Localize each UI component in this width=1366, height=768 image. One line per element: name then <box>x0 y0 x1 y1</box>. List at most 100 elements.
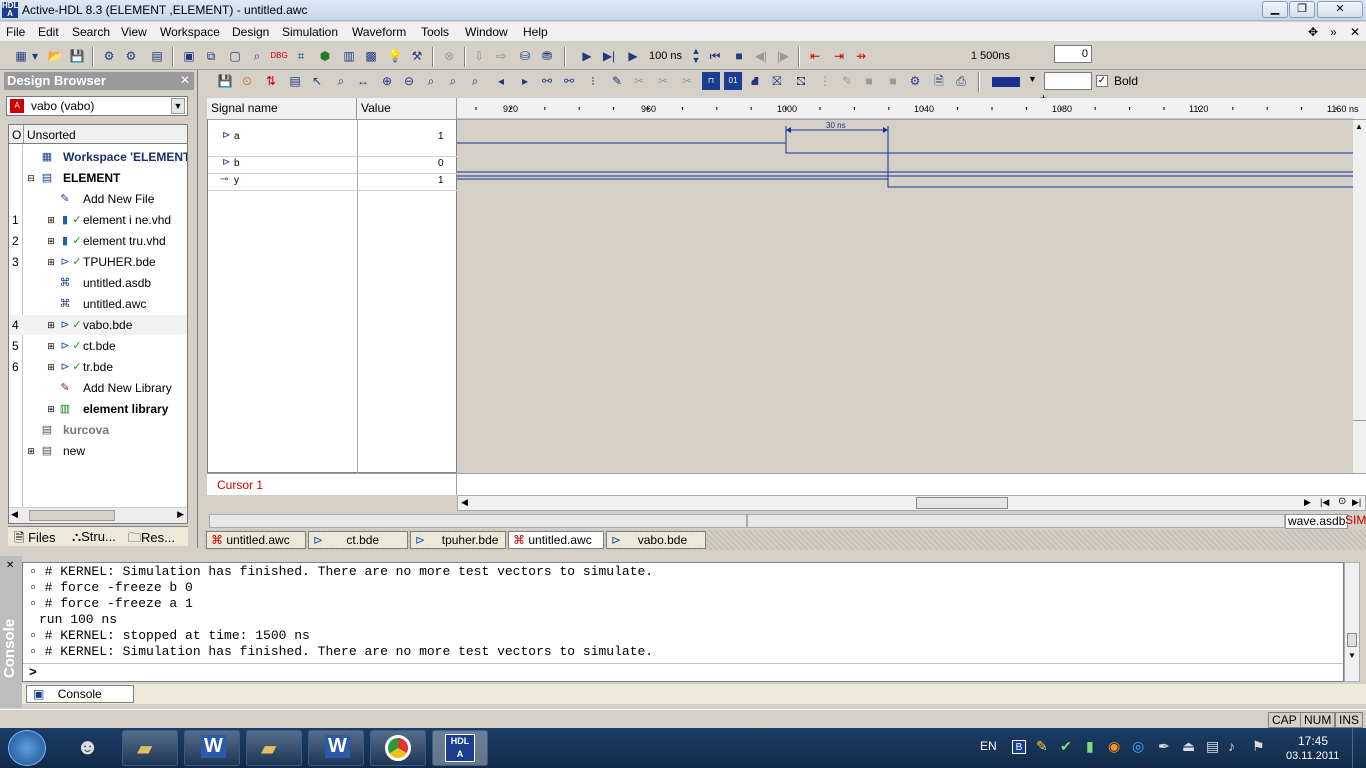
find-next-icon[interactable]: ⚯ <box>560 72 578 90</box>
console-close-icon[interactable]: ✕ <box>6 560 14 571</box>
tree-item-design[interactable]: ▤ kurcova <box>9 420 187 440</box>
restart-icon[interactable]: ⏮ <box>706 47 724 65</box>
top-level-icon[interactable]: ▤ <box>148 47 166 65</box>
doc-tab-untitled-awc-active[interactable]: ⌘ untitled.awc <box>508 531 604 549</box>
step-over-icon[interactable]: |▶ <box>774 47 792 65</box>
tray-b-icon[interactable]: B <box>1012 740 1026 754</box>
initialize-icon[interactable]: ⇩ <box>470 47 488 65</box>
hierarchy-sort-icon[interactable]: ⛘ <box>746 72 764 90</box>
run-until-icon[interactable]: ▶| <box>600 47 618 65</box>
show-desktop-button[interactable] <box>1352 728 1366 768</box>
properties-icon[interactable]: ▤ <box>286 72 304 90</box>
zoom-range-icon[interactable]: ⌕ <box>444 72 462 90</box>
scroll-thumb[interactable] <box>29 510 115 521</box>
zoom-fit-icon[interactable]: ⌕ <box>422 72 440 90</box>
stack-out-icon[interactable]: ⛃ <box>538 47 556 65</box>
tree-item-library[interactable]: ⊞ ▥ element library <box>9 399 187 419</box>
tree-item-file[interactable]: ⌘ untitled.awc <box>9 294 187 314</box>
step-back-icon[interactable]: ◀| <box>752 47 770 65</box>
volume-icon[interactable]: ♪ <box>1228 738 1235 754</box>
taskbar-active-hdl[interactable]: HDL A <box>432 730 488 766</box>
menu-design[interactable]: Design <box>232 25 269 39</box>
tab-resources[interactable]: 🗀Res... <box>128 529 175 551</box>
export-icon[interactable]: 🗎 <box>930 72 948 90</box>
color-dropdown-icon[interactable]: ▼ <box>1028 74 1037 84</box>
run-for-icon[interactable]: ▶ <box>624 47 642 65</box>
select-icon[interactable]: ↖ <box>308 72 326 90</box>
design-unit-select[interactable]: A vabo (vabo) ▼ <box>6 96 188 116</box>
tree-item-design[interactable]: ⊞ ▤ new <box>9 441 187 461</box>
zoom-out-icon[interactable]: ⊖ <box>400 72 418 90</box>
waveform-traces[interactable] <box>457 120 1353 473</box>
new-workspace-icon[interactable]: ▦ <box>12 47 30 65</box>
zoom-in-icon[interactable]: ⊕ <box>378 72 396 90</box>
console-output[interactable]: ▫ # KERNEL: Simulation has finished. The… <box>22 562 1344 682</box>
group-icon[interactable]: ⛝ <box>768 72 786 90</box>
menu-search[interactable]: Search <box>72 25 110 39</box>
step-spinner-icon[interactable]: ▲ ▼ <box>690 47 702 65</box>
plugin-icon[interactable]: ⬢ <box>316 47 334 65</box>
copy-icon[interactable]: ✂ <box>654 72 672 90</box>
color-swatch[interactable] <box>992 77 1020 87</box>
cursor-label[interactable]: Cursor 1 <box>217 478 263 492</box>
library-icon[interactable]: ▥ <box>340 47 358 65</box>
maximize-button[interactable]: ❐ <box>1289 1 1315 18</box>
signal-row-b[interactable]: ⊳ b 0 <box>208 157 456 174</box>
bold-checkbox[interactable]: ✓ <box>1096 75 1108 87</box>
tree-item-file[interactable]: 5 ⊞ ⊳ ✓ ct.bde <box>9 336 187 356</box>
save-icon[interactable]: 💾 <box>68 47 86 65</box>
tree-item-workspace[interactable]: ▦ Workspace 'ELEMENT' <box>9 147 187 167</box>
chevron-down-icon[interactable]: ▼ <box>171 98 185 114</box>
tree-item-add-new-library[interactable]: ✎ Add New Library <box>9 378 187 398</box>
wave-hscrollbar[interactable]: ◀ ▶ |◀ ⊙ ▶| <box>457 495 1366 511</box>
run-step-field[interactable]: 100 ns <box>646 48 690 66</box>
paste-icon[interactable]: ✂ <box>678 72 696 90</box>
tray-browser-icon[interactable]: ◎ <box>1132 738 1144 755</box>
tree-hscrollbar[interactable]: ◀ ▶ <box>9 507 187 523</box>
clock-date[interactable]: 03.11.2011 <box>1286 750 1339 762</box>
tray-tool-icon[interactable]: ✎ <box>1036 738 1048 755</box>
taskbar-word2[interactable]: W <box>308 730 364 766</box>
server-farm-icon[interactable]: ⌗ <box>292 47 310 65</box>
compile-all-icon[interactable]: ⚙ <box>122 47 140 65</box>
doc-tab-vabo-bde[interactable]: ⊳ vabo.bde <box>606 531 706 549</box>
tip-icon[interactable]: 💡 <box>386 47 404 65</box>
run-icon[interactable]: ▶ <box>578 47 596 65</box>
scroll-thumb[interactable] <box>1347 633 1357 647</box>
sort-col-order[interactable]: O <box>12 128 21 142</box>
delta-field[interactable]: 0 <box>1054 45 1092 63</box>
hierarchy-icon[interactable]: ⧉ <box>202 47 220 65</box>
step-icon[interactable]: ⇨ <box>492 47 510 65</box>
menu-file[interactable]: File <box>6 25 25 39</box>
menu-close-icon[interactable]: ✕ <box>1350 25 1360 39</box>
stack-icon[interactable]: ⛁ <box>516 47 534 65</box>
taskbar-word[interactable]: W <box>184 730 240 766</box>
tree-item-file[interactable]: 3 ⊞ ⊳ ✓ TPUHER.bde <box>9 252 187 272</box>
clear-breakpoints-icon[interactable]: ⇸ <box>852 47 870 65</box>
doc-tab-tpuher-bde[interactable]: ⊳ tpuher.bde <box>410 531 506 549</box>
grid-icon[interactable]: ⋮ <box>816 72 834 90</box>
user-icon[interactable]: ☻ <box>76 734 99 760</box>
taskbar-explorer[interactable]: ▰ <box>122 730 178 766</box>
breakpoint-icon[interactable]: ⇤ <box>806 47 824 65</box>
taskbar-chrome[interactable] <box>370 730 426 766</box>
close-button[interactable]: ✕ <box>1317 1 1363 18</box>
expand-icon[interactable]: ⊞ <box>23 443 39 459</box>
signal-row-a[interactable]: ⊳ a 1 <box>208 130 456 147</box>
bookmark-icon[interactable]: ⁝ <box>584 72 602 90</box>
tree-item-file[interactable]: ⌘ untitled.asdb <box>9 273 187 293</box>
measure-icon[interactable]: ↔ <box>354 72 372 90</box>
flag-icon[interactable]: ⚑ <box>1252 738 1265 755</box>
prev-edge-icon[interactable]: ◂ <box>492 72 510 90</box>
language-indicator[interactable]: EN <box>980 739 997 753</box>
menu-window[interactable]: Window <box>465 25 508 39</box>
end-sim-icon[interactable]: ■ <box>730 47 748 65</box>
block2-icon[interactable]: ■ <box>884 72 902 90</box>
menu-edit[interactable]: Edit <box>38 25 59 39</box>
tree-item-file[interactable]: 4 ⊞ ⊳ ✓ vabo.bde <box>9 315 187 335</box>
minimize-button[interactable]: ▁ <box>1262 1 1288 18</box>
console-vscrollbar[interactable]: ▼ <box>1344 562 1360 682</box>
tab-structure[interactable]: ⛬Stru... <box>72 529 116 545</box>
tray-check-icon[interactable]: ✔ <box>1060 738 1072 755</box>
trace-icon[interactable]: ⇅ <box>262 72 280 90</box>
